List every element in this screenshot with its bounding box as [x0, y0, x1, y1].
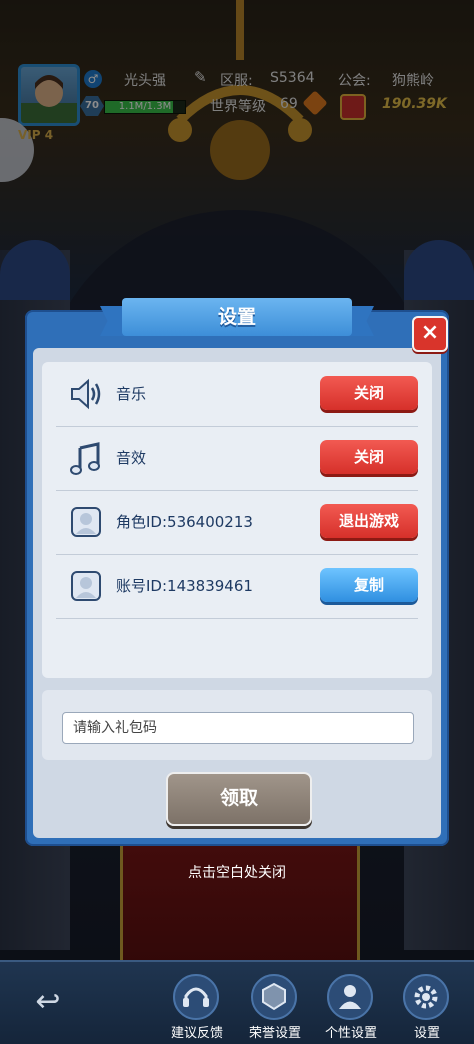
- back-arrow-icon: ↩: [35, 984, 61, 1019]
- dialog-title: 设置: [217, 306, 256, 328]
- close-hint-text: 点击空白处关闭: [188, 865, 286, 881]
- role-id-label: 角色ID:536400213: [116, 513, 253, 531]
- headset-icon: [173, 974, 219, 1020]
- speaker-icon: [71, 378, 101, 410]
- music-label: 音乐: [116, 385, 147, 403]
- claim-button[interactable]: 领取: [166, 772, 312, 826]
- nav-honor-settings[interactable]: 荣誉设置: [240, 970, 310, 1042]
- close-icon: ×: [420, 320, 440, 345]
- settings-row-account-id: 账号ID:143839461 复制: [56, 554, 418, 619]
- settings-row-music: 音乐 关闭: [56, 362, 418, 427]
- nav-honor-label: 荣誉设置: [248, 1026, 301, 1041]
- music-note-icon: [70, 442, 100, 475]
- dialog-title-ribbon: 设置: [100, 298, 374, 338]
- sfx-label: 音效: [116, 449, 147, 467]
- gear-icon: [403, 974, 449, 1020]
- account-id-label: 账号ID:143839461: [116, 577, 253, 595]
- copy-button[interactable]: 复制: [320, 568, 418, 602]
- nav-personal-label: 个性设置: [324, 1026, 377, 1041]
- nav-settings[interactable]: 设置: [392, 970, 462, 1042]
- back-button[interactable]: ↩: [24, 982, 72, 1022]
- nav-feedback[interactable]: 建议反馈: [162, 970, 232, 1042]
- nav-feedback-label: 建议反馈: [170, 1026, 223, 1041]
- music-toggle-button[interactable]: 关闭: [320, 376, 418, 410]
- gift-code-panel: [42, 690, 432, 760]
- settings-row-sfx: 音效 关闭: [56, 426, 418, 491]
- nav-personal-settings[interactable]: 个性设置: [316, 970, 386, 1042]
- nav-settings-label: 设置: [413, 1026, 440, 1041]
- person-icon: [327, 974, 373, 1020]
- gift-code-input[interactable]: [62, 712, 414, 744]
- avatar-frame-icon: [71, 507, 101, 537]
- avatar-frame-icon: [71, 571, 101, 601]
- settings-list-panel: 音乐 关闭 音效 关闭 角色ID:536400213 退出游戏 账号ID:143…: [42, 362, 432, 678]
- settings-row-role-id: 角色ID:536400213 退出游戏: [56, 490, 418, 555]
- exit-game-button[interactable]: 退出游戏: [320, 504, 418, 538]
- bottom-nav-bar: ↩ 建议反馈 荣誉设置 个性设置 设置: [0, 960, 474, 1044]
- sfx-toggle-button[interactable]: 关闭: [320, 440, 418, 474]
- honor-badge-icon: [251, 974, 297, 1020]
- close-dialog-button[interactable]: ×: [412, 316, 448, 352]
